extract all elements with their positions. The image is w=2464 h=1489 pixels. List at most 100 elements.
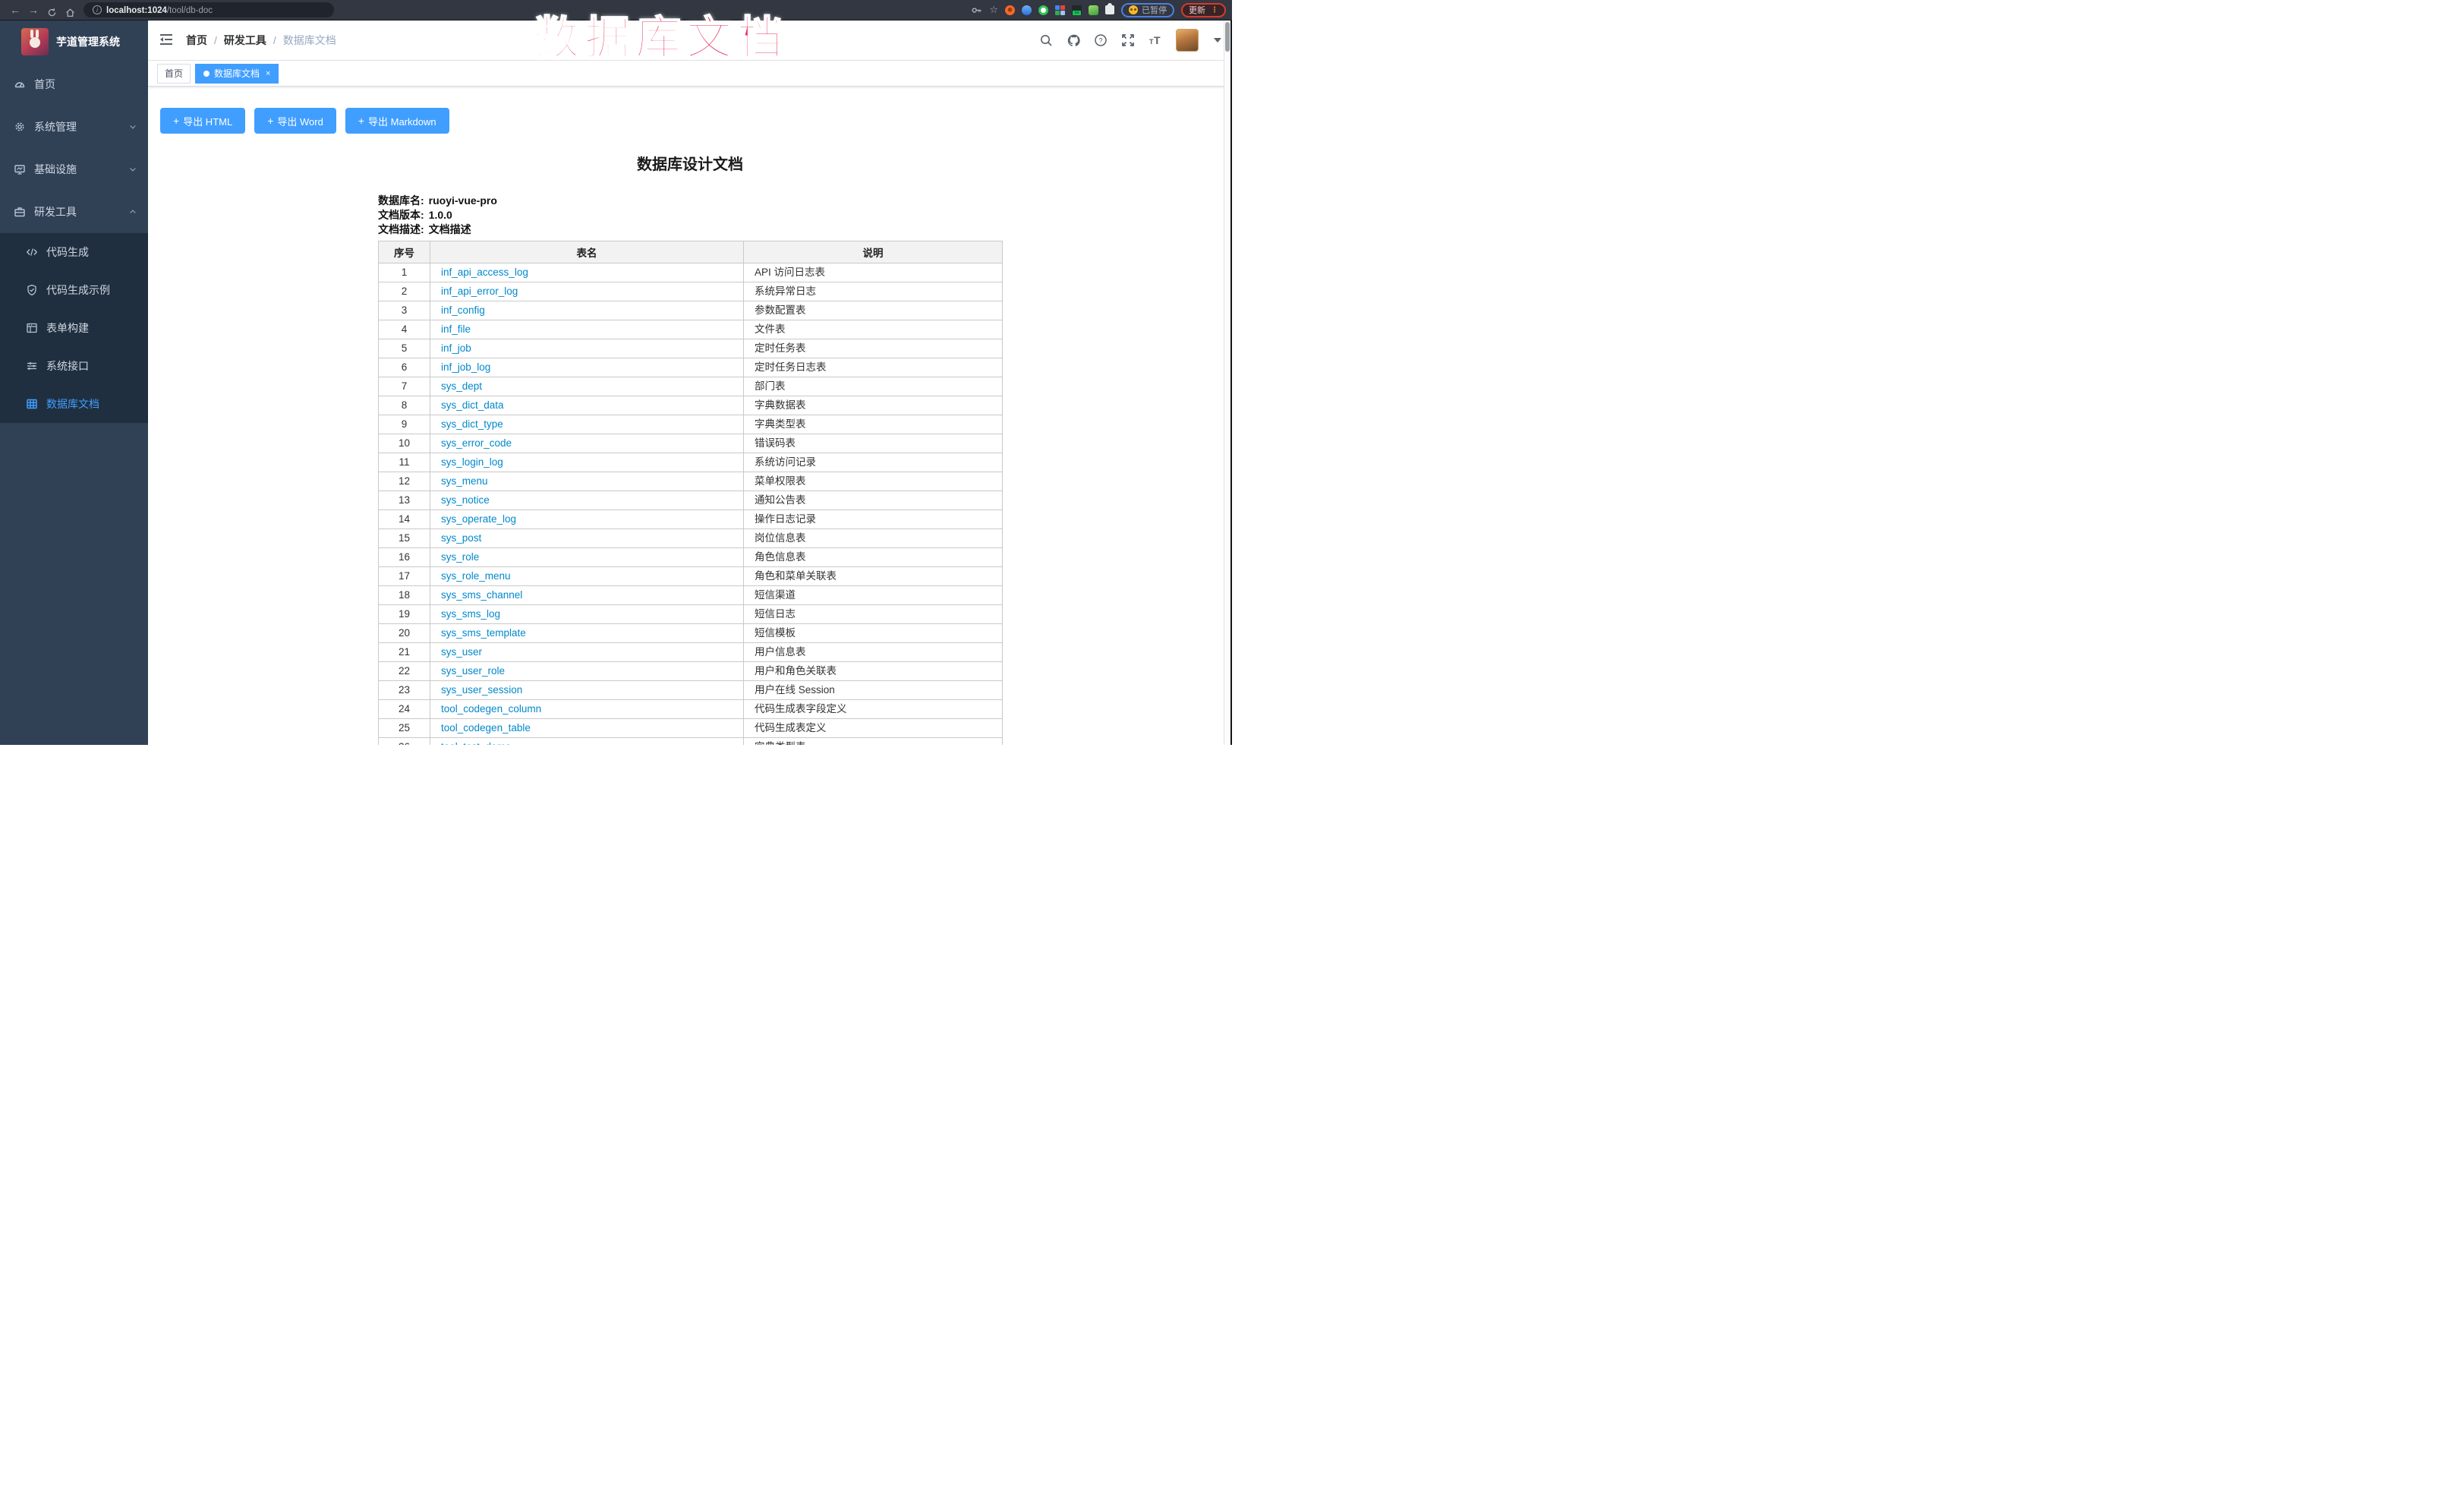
table-name-link[interactable]: tool_codegen_column bbox=[441, 703, 541, 715]
row-index: 11 bbox=[379, 453, 430, 472]
table-row: 11sys_login_log系统访问记录 bbox=[379, 453, 1003, 472]
chevron-down-icon bbox=[128, 122, 137, 131]
table-name-link[interactable]: inf_file bbox=[441, 323, 471, 335]
doc-desc-label: 文档描述: bbox=[378, 222, 424, 237]
table-row: 8sys_dict_data字典数据表 bbox=[379, 396, 1003, 415]
extension-icon-onetab[interactable]: on bbox=[1072, 5, 1082, 15]
user-avatar[interactable] bbox=[1176, 29, 1199, 52]
page-content: + 导出 HTML + 导出 Word + 导出 Markdown 数据库设计文… bbox=[148, 87, 1232, 745]
breadcrumb-current: 数据库文档 bbox=[283, 33, 336, 48]
table-name-link[interactable]: sys_error_code bbox=[441, 437, 512, 449]
table-name-link[interactable]: inf_api_error_log bbox=[441, 285, 518, 297]
doc-info: 数据库名:ruoyi-vue-pro 文档版本:1.0.0 文档描述:文档描述 bbox=[378, 194, 1002, 237]
row-table-name-cell: inf_config bbox=[430, 301, 744, 320]
page-scrollbar[interactable] bbox=[1224, 21, 1230, 745]
breadcrumb-dev-tools[interactable]: 研发工具 bbox=[224, 33, 266, 48]
sidebar-logo[interactable]: 芋道管理系统 bbox=[0, 21, 148, 63]
bookmark-star-icon[interactable]: ☆ bbox=[989, 4, 998, 16]
browser-update-chip[interactable]: 更新 ⋮ bbox=[1181, 3, 1226, 17]
sidebar-item-form-builder[interactable]: 表单构建 bbox=[0, 309, 148, 347]
tag-label: 数据库文档 bbox=[214, 67, 260, 80]
table-name-link[interactable]: sys_role bbox=[441, 551, 479, 563]
tag-database-doc[interactable]: 数据库文档 × bbox=[195, 64, 279, 84]
export-html-button[interactable]: + 导出 HTML bbox=[160, 108, 245, 134]
extension-icon-orange[interactable] bbox=[1005, 5, 1015, 15]
tag-close-icon[interactable]: × bbox=[266, 69, 270, 78]
sidebar-item-code-generation-example[interactable]: 代码生成示例 bbox=[0, 271, 148, 309]
address-bar[interactable]: i localhost:1024/tool/db-doc bbox=[83, 2, 334, 17]
row-table-name-cell: sys_operate_log bbox=[430, 510, 744, 529]
table-name-link[interactable]: sys_role_menu bbox=[441, 570, 511, 582]
extension-icon-blue[interactable] bbox=[1022, 5, 1032, 15]
table-name-link[interactable]: sys_login_log bbox=[441, 456, 503, 468]
row-description: 菜单权限表 bbox=[744, 472, 1003, 491]
db-name-value: ruoyi-vue-pro bbox=[429, 194, 497, 208]
table-name-link[interactable]: inf_api_access_log bbox=[441, 267, 528, 278]
user-menu-caret-icon[interactable] bbox=[1214, 38, 1221, 43]
col-header-description: 说明 bbox=[744, 241, 1003, 263]
chevron-up-icon bbox=[128, 207, 137, 216]
table-name-link[interactable]: sys_notice bbox=[441, 494, 490, 506]
table-name-link[interactable]: sys_sms_log bbox=[441, 608, 500, 620]
extension-icon-green-leaf[interactable] bbox=[1089, 5, 1098, 15]
row-index: 20 bbox=[379, 624, 430, 643]
table-name-link[interactable]: sys_sms_channel bbox=[441, 589, 522, 601]
table-name-link[interactable]: sys_user_role bbox=[441, 665, 505, 677]
sidebar-item-code-generation[interactable]: 代码生成 bbox=[0, 233, 148, 271]
sidebar-item-system-api[interactable]: 系统接口 bbox=[0, 347, 148, 385]
browser-menu-dots-icon[interactable]: ⋮ bbox=[1211, 6, 1218, 14]
table-name-link[interactable]: inf_job bbox=[441, 342, 471, 354]
export-toolbar: + 导出 HTML + 导出 Word + 导出 Markdown bbox=[160, 108, 1232, 134]
table-name-link[interactable]: tool_test_demo bbox=[441, 741, 511, 745]
fullscreen-icon[interactable] bbox=[1121, 33, 1135, 47]
site-info-icon[interactable]: i bbox=[93, 5, 102, 14]
sidebar-item-home[interactable]: 首页 bbox=[0, 63, 148, 106]
help-question-icon[interactable]: ? bbox=[1094, 33, 1108, 47]
browser-forward-icon[interactable]: → bbox=[24, 0, 43, 21]
db-name-label: 数据库名: bbox=[378, 194, 424, 208]
extension-icon-green-check[interactable] bbox=[1038, 5, 1048, 15]
row-table-name-cell: sys_error_code bbox=[430, 434, 744, 453]
table-name-link[interactable]: sys_post bbox=[441, 532, 481, 544]
row-index: 8 bbox=[379, 396, 430, 415]
row-table-name-cell: tool_test_demo bbox=[430, 738, 744, 746]
font-size-icon[interactable]: TT bbox=[1149, 33, 1162, 47]
table-name-link[interactable]: sys_user_session bbox=[441, 684, 522, 696]
table-name-link[interactable]: tool_codegen_table bbox=[441, 722, 531, 733]
sidebar-item-dev-tools[interactable]: 研发工具 bbox=[0, 191, 148, 233]
browser-home-icon[interactable] bbox=[61, 2, 79, 17]
sidebar-collapse-icon[interactable] bbox=[159, 32, 175, 49]
table-row: 17sys_role_menu角色和菜单关联表 bbox=[379, 567, 1003, 586]
export-word-button[interactable]: + 导出 Word bbox=[254, 108, 336, 134]
export-markdown-button[interactable]: + 导出 Markdown bbox=[345, 108, 449, 134]
sidebar-item-database-doc[interactable]: 数据库文档 bbox=[0, 385, 148, 423]
table-name-link[interactable]: sys_sms_template bbox=[441, 627, 526, 639]
row-table-name-cell: tool_codegen_table bbox=[430, 719, 744, 738]
password-key-icon[interactable] bbox=[971, 5, 982, 16]
table-name-link[interactable]: sys_menu bbox=[441, 475, 488, 487]
tag-home[interactable]: 首页 bbox=[157, 64, 191, 84]
breadcrumb-home[interactable]: 首页 bbox=[186, 33, 207, 48]
sidebar-item-system-management[interactable]: 系统管理 bbox=[0, 106, 148, 148]
extension-icon-grid[interactable] bbox=[1055, 5, 1065, 15]
table-name-link[interactable]: inf_job_log bbox=[441, 361, 490, 373]
table-name-link[interactable]: sys_dept bbox=[441, 380, 482, 392]
table-name-link[interactable]: sys_operate_log bbox=[441, 513, 516, 525]
row-description: 部门表 bbox=[744, 377, 1003, 396]
table-name-link[interactable]: sys_user bbox=[441, 646, 482, 658]
scrollbar-thumb[interactable] bbox=[1225, 22, 1230, 52]
sidebar-item-label: 系统管理 bbox=[34, 119, 77, 134]
extensions-puzzle-icon[interactable] bbox=[1105, 5, 1114, 14]
table-name-link[interactable]: sys_dict_data bbox=[441, 399, 504, 411]
row-index: 3 bbox=[379, 301, 430, 320]
table-name-link[interactable]: inf_config bbox=[441, 304, 485, 316]
browser-back-icon[interactable]: ← bbox=[6, 0, 24, 21]
sidebar-item-infrastructure[interactable]: 基础设施 bbox=[0, 148, 148, 191]
row-description: API 访问日志表 bbox=[744, 263, 1003, 282]
table-name-link[interactable]: sys_dict_type bbox=[441, 418, 503, 430]
breadcrumb: 首页 / 研发工具 / 数据库文档 bbox=[186, 33, 336, 48]
github-icon[interactable] bbox=[1067, 33, 1080, 47]
search-icon[interactable] bbox=[1039, 33, 1053, 47]
browser-reload-icon[interactable] bbox=[43, 2, 61, 17]
profile-paused-chip[interactable]: 已暂停 bbox=[1121, 3, 1174, 17]
